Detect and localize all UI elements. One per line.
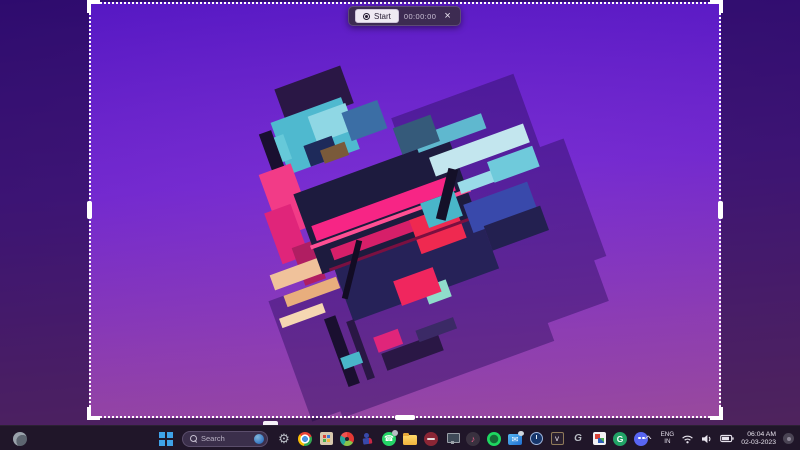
tray-time: 06:04 AM [747,431,776,439]
blue-figure-app-icon[interactable] [360,431,376,447]
selection-handle-left[interactable] [87,201,92,219]
geforce-glyph: G [574,433,582,444]
v-glyph: v [551,432,564,445]
record-dot-icon [363,13,370,20]
snip-selection-region[interactable] [89,2,721,418]
figure-shape [362,432,375,445]
chrome-circle [298,432,312,446]
color-wheel-app-icon[interactable] [339,431,355,447]
monitor-shape [446,432,459,445]
language-line2: IN [664,439,670,446]
mail-shape: ✉ [508,434,522,445]
music-circle: ♪ [466,432,480,446]
volume-icon[interactable] [701,434,713,444]
spotify-circle [487,432,501,446]
tiles-store-app-icon[interactable] [318,431,334,447]
gear-glyph: ⚙ [278,431,290,447]
taskbar-center-area: Search ⚙ ☎ ♪ ✉ v G G [159,426,649,450]
taskbar: Search ⚙ ☎ ♪ ✉ v G G [0,425,800,450]
search-icon [190,435,197,442]
selection-handle-right[interactable] [718,201,723,219]
chrome-browser-icon[interactable] [297,431,313,447]
spotify-icon[interactable] [486,431,502,447]
video-app-icon[interactable] [423,431,439,447]
green-g-app-icon[interactable]: G [612,431,628,447]
pinned-apps-row: ⚙ ☎ ♪ ✉ v G G [276,431,649,447]
start-recording-button[interactable]: Start [355,9,399,23]
photos-app-icon[interactable] [591,431,607,447]
wifi-icon[interactable] [681,434,694,444]
whatsapp-circle: ☎ [382,432,396,446]
whatsapp-icon[interactable]: ☎ [381,431,397,447]
folder-shape [403,435,417,445]
selection-handle-top-right[interactable] [710,0,723,13]
selection-handle-bottom-left[interactable] [87,407,100,420]
clock-circle [530,432,543,445]
search-label: Search [201,434,250,443]
screen-record-toolbar: Start 00:00:00 × [348,6,461,26]
selection-handle-top-left[interactable] [87,0,100,13]
file-explorer-icon[interactable] [402,431,418,447]
tray-date: 02-03-2023 [741,439,776,447]
video-circle [424,432,438,446]
search-box[interactable]: Search [182,431,268,447]
desktop-screen: Start 00:00:00 × Search ⚙ ☎ [0,0,800,450]
tray-overflow-chevron-icon[interactable]: ^ [645,434,652,444]
selection-handle-bottom-right[interactable] [710,407,723,420]
v-box-app-icon[interactable]: v [549,431,565,447]
desktop-wallpaper: Start 00:00:00 × [0,0,800,425]
taskbar-widgets-area [13,426,27,450]
device-monitor-app-icon[interactable] [444,431,460,447]
record-timer: 00:00:00 [404,12,436,21]
settings-gear-icon[interactable]: ⚙ [276,431,292,447]
system-tray: ^ ENG IN [646,426,794,450]
wheel-circle [340,432,354,446]
photos-tile [593,432,606,445]
g-glyph: G [613,432,627,446]
selection-handle-bottom[interactable] [395,415,415,420]
close-toolbar-button[interactable]: × [441,11,453,22]
weather-moon-widget-icon[interactable] [13,432,27,446]
windows-start-button[interactable] [159,432,173,446]
music-note-glyph: ♪ [471,434,476,444]
phone-glyph: ☎ [384,434,394,443]
clock-date[interactable]: 06:04 AM 02-03-2023 [741,431,776,446]
start-button-label: Start [374,12,391,21]
mail-cloud-app-icon[interactable]: ✉ [507,431,523,447]
geforce-app-icon[interactable]: G [570,431,586,447]
music-app-icon[interactable]: ♪ [465,431,481,447]
battery-icon[interactable] [720,434,734,443]
notification-circle-icon[interactable] [783,433,794,444]
bing-icon [254,434,264,444]
clock-app-icon[interactable] [528,431,544,447]
store-tile [320,432,333,445]
language-indicator[interactable]: ENG IN [661,432,675,445]
